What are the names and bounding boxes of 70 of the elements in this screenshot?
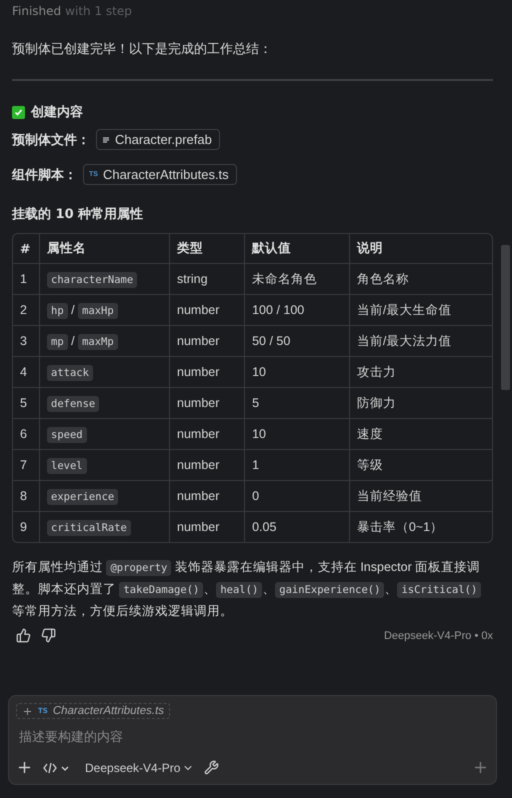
table-cell: 10 bbox=[244, 418, 350, 450]
table-cell: 角色名称 bbox=[349, 264, 492, 294]
table-cell: number bbox=[170, 512, 245, 542]
table-cell: 当前经验值 bbox=[349, 480, 492, 512]
table-cell: 等级 bbox=[349, 450, 492, 480]
table-cell: 攻击力 bbox=[349, 356, 492, 388]
table-cell: 2 bbox=[13, 294, 40, 326]
scrollbar-thumb[interactable] bbox=[501, 245, 510, 390]
table-cell: characterName bbox=[40, 264, 170, 294]
table-cell: number bbox=[170, 450, 245, 480]
table-cell: 1 bbox=[13, 264, 40, 294]
status-detail: with 1 step bbox=[65, 4, 132, 18]
column-header: # bbox=[13, 234, 40, 264]
table-cell: 防御力 bbox=[349, 388, 492, 418]
table-cell: 当前/最大生命值 bbox=[349, 294, 492, 326]
prompt-field[interactable]: 描述要构建的内容 bbox=[19, 727, 489, 745]
table-cell: 8 bbox=[13, 480, 40, 512]
column-header: 说明 bbox=[349, 234, 492, 264]
model-dropdown[interactable]: Deepseek-V4-Pro bbox=[85, 760, 194, 774]
table-cell: speed bbox=[40, 418, 170, 450]
table-cell: number bbox=[170, 418, 245, 450]
table-cell: 9 bbox=[13, 512, 40, 542]
table-cell: 当前/最大法力值 bbox=[349, 326, 492, 356]
table-cell: number bbox=[170, 388, 245, 418]
column-header: 属性名 bbox=[40, 234, 170, 264]
column-header: 默认值 bbox=[244, 234, 350, 264]
table-cell: 5 bbox=[13, 388, 40, 418]
table-cell: 未命名角色 bbox=[244, 264, 350, 294]
table-cell: number bbox=[170, 294, 245, 326]
file-link[interactable]: Character.prefab bbox=[96, 129, 220, 150]
table-cell: 暴击率（0~1） bbox=[349, 512, 492, 542]
thumbs-down-icon[interactable] bbox=[41, 628, 56, 643]
table-cell: mp / maxMp bbox=[40, 326, 170, 356]
table-cell: level bbox=[40, 450, 170, 480]
table-cell: 50 / 50 bbox=[244, 326, 350, 356]
file-label: 组件脚本： bbox=[12, 166, 77, 184]
table-cell: defense bbox=[40, 388, 170, 418]
file-label: 预制体文件： bbox=[12, 132, 90, 148]
table-heading: 挂载的 10 种常用属性 bbox=[12, 206, 144, 223]
table-cell: number bbox=[170, 326, 245, 356]
file-lines-icon bbox=[102, 136, 110, 144]
table-cell: attack bbox=[40, 356, 170, 388]
status-label: Finished bbox=[12, 4, 62, 18]
add-icon[interactable] bbox=[16, 759, 33, 776]
table-cell: number bbox=[170, 480, 245, 512]
summary-paragraph: 所有属性均通过 @property 装饰器暴露在编辑器中，支持在 Inspector 面板直接调整。脚本还内置了 takeDamage() 、 heal() 、 gainExperience() 、 isCritical() 等常用方法，方便后续游戏逻辑调用。 bbox=[12, 559, 482, 620]
tools-icon[interactable] bbox=[204, 760, 220, 775]
code-mode-icon[interactable] bbox=[43, 762, 69, 774]
table-cell: 100 / 100 bbox=[244, 294, 350, 326]
intro-text: 预制体已创建完毕！以下是完成的工作总结： bbox=[12, 41, 273, 58]
plus-icon bbox=[22, 706, 33, 716]
table-cell: 1 bbox=[244, 450, 350, 480]
table-cell: hp / maxHp bbox=[40, 294, 170, 326]
thumbs-up-icon[interactable] bbox=[16, 628, 31, 643]
table-cell: 4 bbox=[13, 356, 40, 388]
column-header: 类型 bbox=[170, 234, 245, 264]
table-cell: 3 bbox=[13, 326, 40, 356]
table-cell: number bbox=[170, 356, 245, 388]
table-cell: string bbox=[170, 264, 245, 294]
table-cell: 7 bbox=[13, 450, 40, 480]
table-cell: 6 bbox=[13, 418, 40, 450]
table-cell: criticalRate bbox=[40, 512, 170, 542]
table-cell: 速度 bbox=[349, 418, 492, 450]
table-cell: 5 bbox=[244, 388, 350, 418]
table-cell: 0 bbox=[244, 480, 350, 512]
table-cell: 0.05 bbox=[244, 512, 350, 542]
table-cell: 10 bbox=[244, 356, 350, 388]
model-info: Deepseek-V4-Pro • 0x bbox=[384, 630, 493, 642]
table-cell: experience bbox=[40, 480, 170, 512]
section-heading: 创建内容 bbox=[31, 104, 83, 121]
